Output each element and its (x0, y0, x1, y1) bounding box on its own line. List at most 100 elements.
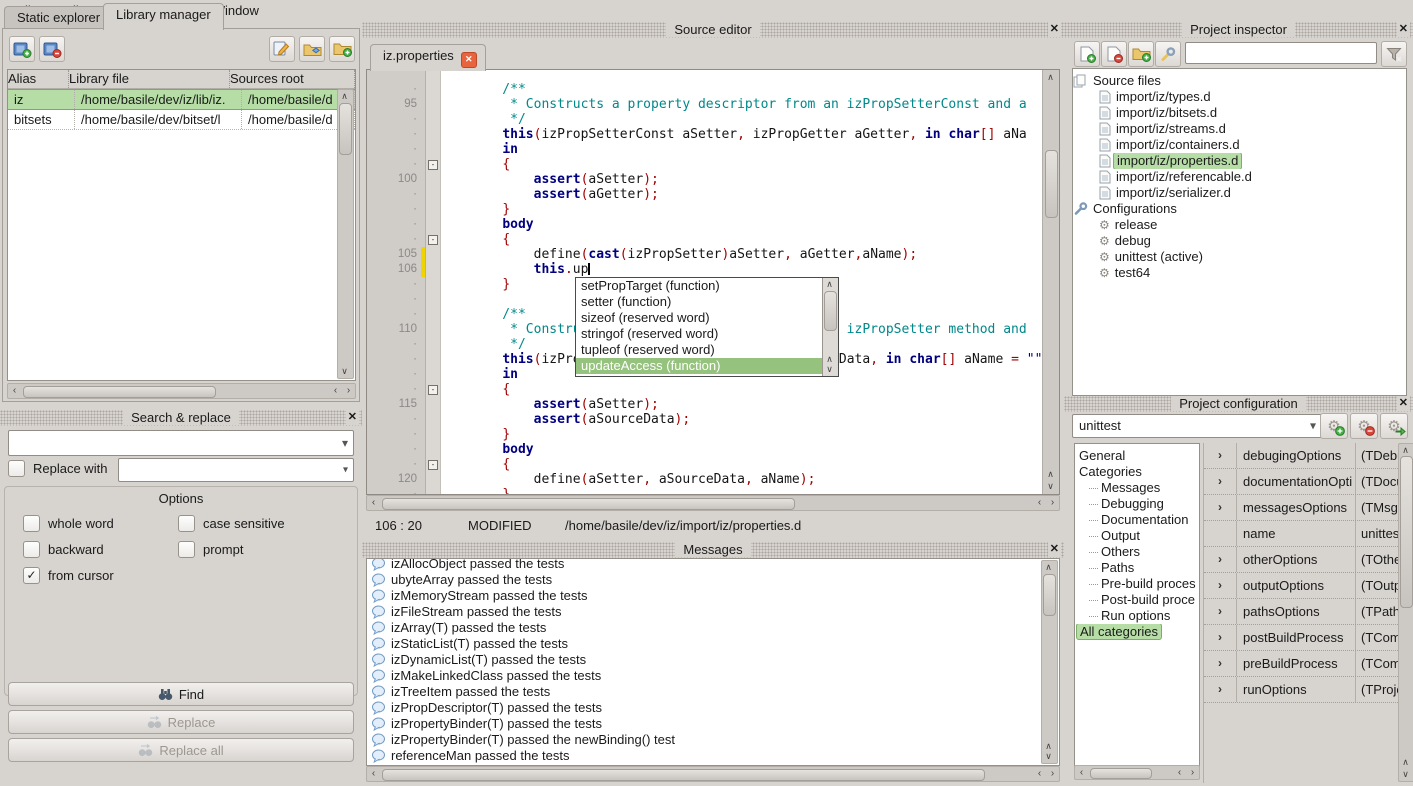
message-item[interactable]: izMemoryStream passed the tests (367, 588, 1059, 604)
code-line-100[interactable]: assert(aSetter); (471, 172, 1042, 187)
category-all-categories[interactable]: All categories (1075, 624, 1199, 640)
tab-library-manager[interactable]: Library manager (103, 3, 224, 30)
edit-library-button[interactable] (269, 36, 295, 62)
editor-fold-column[interactable]: ---- (426, 70, 441, 494)
completion-popup-scrollbar[interactable]: ∧ ∧ ∨ (822, 278, 838, 376)
checkbox[interactable] (23, 541, 40, 558)
gutter-line-111[interactable]: · (367, 337, 425, 352)
library-table-hscrollbar[interactable]: ‹ ‹› (7, 383, 356, 399)
message-item[interactable]: izMakeLinkedClass passed the tests (367, 668, 1059, 684)
replace-all-button[interactable]: Replace all (8, 738, 354, 762)
expand-arrow-icon[interactable]: › (1204, 495, 1237, 520)
code-line-106[interactable]: this.up (471, 262, 1042, 277)
search-input[interactable]: ▾ (8, 430, 354, 456)
library-row-bitsets[interactable]: bitsets/home/basile/dev/bitset/l/home/ba… (8, 110, 355, 130)
replace-input[interactable]: ▾ (118, 458, 354, 482)
code-line-103[interactable]: body (471, 217, 1042, 232)
project-options-button[interactable] (1155, 41, 1181, 67)
close-messages-panel-icon[interactable]: ✕ (1048, 542, 1061, 557)
gutter-line-120[interactable]: 120 (367, 472, 425, 487)
property-row-prebuildprocess[interactable]: ›preBuildProcess(TCom (1204, 651, 1398, 677)
close-project-inspector-icon[interactable]: ✕ (1397, 22, 1410, 37)
gutter-line-108[interactable]: · (367, 292, 425, 307)
expand-arrow-icon[interactable]: › (1204, 599, 1237, 624)
remove-config-button[interactable]: ⚙ (1350, 413, 1378, 439)
editor-gutter[interactable]: ·95····100····105106···110····115····120… (367, 70, 426, 494)
code-line-96[interactable]: */ (471, 112, 1042, 127)
property-row-runoptions[interactable]: ›runOptions(TProje (1204, 677, 1398, 703)
replace-with-checkbox[interactable] (8, 460, 25, 477)
gutter-line-100[interactable]: 100 (367, 172, 425, 187)
inspector-add-folder-button[interactable] (1128, 41, 1154, 67)
category-run-options[interactable]: Run options (1075, 608, 1199, 624)
gutter-line-118[interactable]: · (367, 442, 425, 457)
gutter-line-98[interactable]: · (367, 142, 425, 157)
category-output[interactable]: Output (1075, 528, 1199, 544)
tree-item-import-iz-properties-d[interactable]: import/iz/properties.d (1073, 153, 1406, 169)
property-row-documentationopti[interactable]: ›documentationOpti(TDocu (1204, 469, 1398, 495)
category-others[interactable]: Others (1075, 544, 1199, 560)
close-tab-icon[interactable]: ✕ (461, 52, 477, 68)
add-config-button[interactable]: ⚙ (1320, 413, 1348, 439)
expand-arrow-icon[interactable]: › (1204, 573, 1237, 598)
tree-item-release[interactable]: ⚙release (1073, 217, 1406, 233)
category-general[interactable]: General (1075, 448, 1199, 464)
option-backward[interactable]: backward (23, 541, 178, 558)
close-search-panel-icon[interactable]: ✕ (346, 410, 359, 425)
gutter-line-116[interactable]: · (367, 412, 425, 427)
property-row-name[interactable]: nameunittes (1204, 521, 1398, 547)
add-library-button[interactable] (9, 36, 35, 62)
add-file-button[interactable] (1074, 41, 1100, 67)
property-grid-vscrollbar[interactable]: ∧ ∧ ∨ (1398, 443, 1413, 782)
code-line-119[interactable]: { (471, 457, 1042, 472)
expand-arrow-icon[interactable] (1204, 521, 1237, 546)
close-project-configuration-icon[interactable]: ✕ (1397, 396, 1410, 411)
property-row-pathsoptions[interactable]: ›pathsOptions(TPath (1204, 599, 1398, 625)
code-line-118[interactable]: body (471, 442, 1042, 457)
editor-hscrollbar[interactable]: ‹ ‹› (366, 495, 1060, 511)
code-line-116[interactable]: assert(aSourceData); (471, 412, 1042, 427)
col-header-alias[interactable]: Alias (8, 70, 69, 88)
gutter-line-110[interactable]: 110 (367, 322, 425, 337)
completion-item-updateaccess[interactable]: updateAccess (function) (576, 358, 822, 374)
tree-root-source-files[interactable]: Source files (1073, 73, 1406, 89)
property-row-outputoptions[interactable]: ›outputOptions(TOutp (1204, 573, 1398, 599)
completion-item-tupleof[interactable]: tupleof (reserved word) (576, 342, 822, 358)
code-line-101[interactable]: assert(aGetter); (471, 187, 1042, 202)
tree-item-import-iz-serializer-d[interactable]: import/iz/serializer.d (1073, 185, 1406, 201)
gutter-line-94[interactable]: · (367, 82, 425, 97)
col-header-sources-root[interactable]: Sources root (230, 70, 355, 88)
code-line-114[interactable]: { (471, 382, 1042, 397)
gutter-line-115[interactable]: 115 (367, 397, 425, 412)
category-pre-build-proces[interactable]: Pre-build proces (1075, 576, 1199, 592)
project-tree[interactable]: Source filesimport/iz/types.dimport/iz/b… (1072, 68, 1407, 396)
completion-item-setproptarget[interactable]: setPropTarget (function) (576, 278, 822, 294)
chevron-down-icon[interactable]: ▾ (343, 465, 348, 476)
col-header-library-file[interactable]: Library file (69, 70, 230, 88)
category-categories[interactable]: Categories (1075, 464, 1199, 480)
categories-list[interactable]: GeneralCategoriesMessagesDebuggingDocume… (1074, 443, 1200, 769)
message-item[interactable]: izDynamicList(T) passed the tests (367, 652, 1059, 668)
message-item[interactable]: izArray(T) passed the tests (367, 620, 1059, 636)
code-line-97[interactable]: this(izPropSetterConst aSetter, izPropGe… (471, 127, 1042, 142)
message-item[interactable]: izPropertyBinder(T) passed the newBindin… (367, 732, 1059, 748)
completion-popup[interactable]: setPropTarget (function)setter (function… (575, 277, 839, 377)
message-item[interactable]: ubyteArray passed the tests (367, 572, 1059, 588)
expand-arrow-icon[interactable]: › (1204, 625, 1237, 650)
remove-library-button[interactable] (39, 36, 65, 62)
category-debugging[interactable]: Debugging (1075, 496, 1199, 512)
fold-marker-icon[interactable]: - (428, 460, 438, 470)
tree-item-unittest-active[interactable]: ⚙unittest (active) (1073, 249, 1406, 265)
gutter-line-107[interactable]: · (367, 277, 425, 292)
fold-marker-icon[interactable]: - (428, 385, 438, 395)
gutter-line-121[interactable]: · (367, 487, 425, 495)
expand-arrow-icon[interactable]: › (1204, 443, 1237, 468)
gutter-line-117[interactable]: · (367, 427, 425, 442)
tree-item-debug[interactable]: ⚙debug (1073, 233, 1406, 249)
messages-vscrollbar[interactable]: ∧ ∧ ∨ (1041, 560, 1058, 764)
code-line-102[interactable]: } (471, 202, 1042, 217)
fold-marker-icon[interactable]: - (428, 235, 438, 245)
completion-item-setter[interactable]: setter (function) (576, 294, 822, 310)
tree-item-import-iz-bitsets-d[interactable]: import/iz/bitsets.d (1073, 105, 1406, 121)
gutter-line-96[interactable]: · (367, 112, 425, 127)
